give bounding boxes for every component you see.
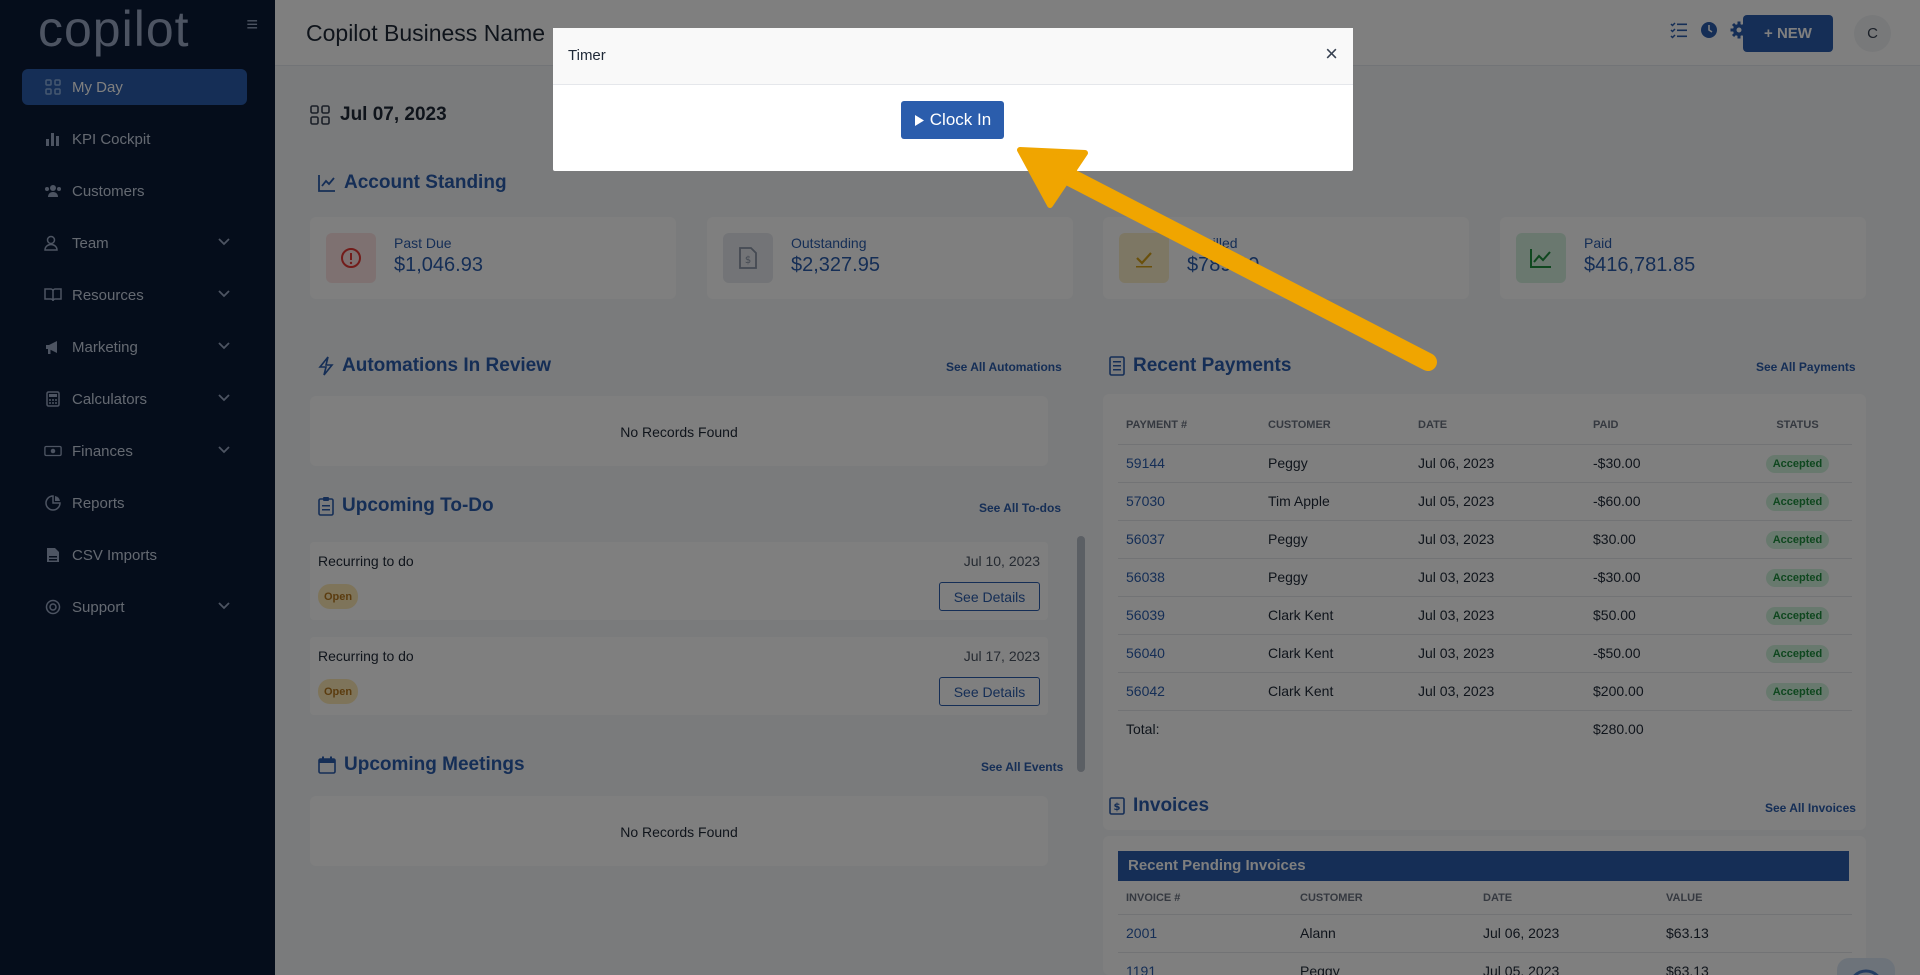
annotation-arrow <box>1017 147 1437 371</box>
app-root: copilot ≡ My Day KPI Cockpit Customers <box>0 0 1920 975</box>
